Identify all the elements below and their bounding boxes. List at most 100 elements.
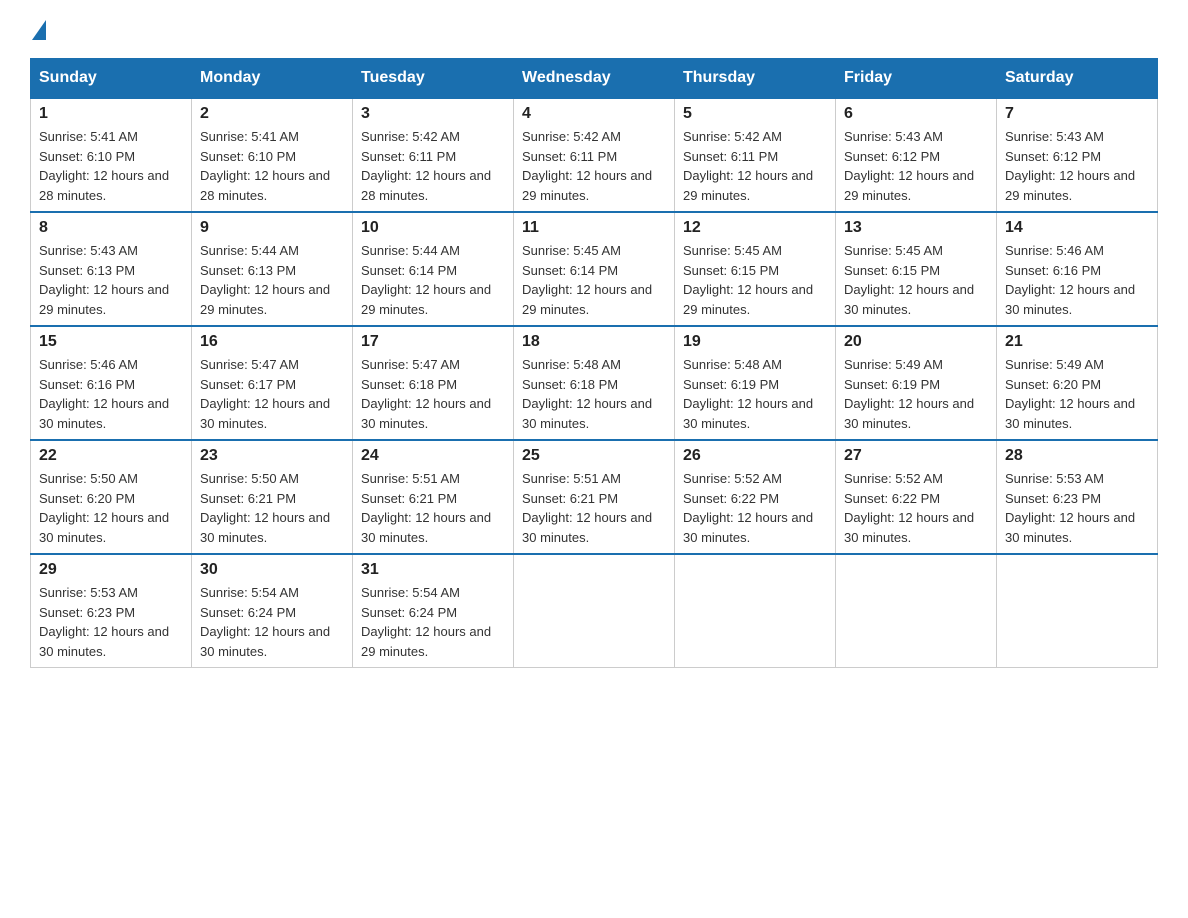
day-info: Sunrise: 5:45 AM Sunset: 6:15 PM Dayligh… [683,241,827,319]
daylight-label: Daylight: 12 hours and 30 minutes. [200,396,330,431]
calendar-day-cell: 24 Sunrise: 5:51 AM Sunset: 6:21 PM Dayl… [353,440,514,554]
calendar-day-cell: 15 Sunrise: 5:46 AM Sunset: 6:16 PM Dayl… [31,326,192,440]
day-number: 15 [39,333,183,351]
calendar-day-cell: 17 Sunrise: 5:47 AM Sunset: 6:18 PM Dayl… [353,326,514,440]
daylight-label: Daylight: 12 hours and 30 minutes. [361,510,491,545]
calendar-day-cell: 26 Sunrise: 5:52 AM Sunset: 6:22 PM Dayl… [675,440,836,554]
day-info: Sunrise: 5:50 AM Sunset: 6:20 PM Dayligh… [39,469,183,547]
sunset-label: Sunset: 6:23 PM [1005,491,1101,506]
sunrise-label: Sunrise: 5:48 AM [683,357,782,372]
logo-triangle-icon [32,20,46,40]
sunset-label: Sunset: 6:19 PM [683,377,779,392]
calendar-empty-cell [514,554,675,668]
day-info: Sunrise: 5:53 AM Sunset: 6:23 PM Dayligh… [39,583,183,661]
sunrise-label: Sunrise: 5:45 AM [522,243,621,258]
sunset-label: Sunset: 6:19 PM [844,377,940,392]
calendar-day-cell: 12 Sunrise: 5:45 AM Sunset: 6:15 PM Dayl… [675,212,836,326]
daylight-label: Daylight: 12 hours and 30 minutes. [39,510,169,545]
daylight-label: Daylight: 12 hours and 30 minutes. [683,510,813,545]
day-number: 14 [1005,219,1149,237]
day-number: 12 [683,219,827,237]
sunrise-label: Sunrise: 5:41 AM [200,129,299,144]
calendar-day-cell: 22 Sunrise: 5:50 AM Sunset: 6:20 PM Dayl… [31,440,192,554]
sunrise-label: Sunrise: 5:44 AM [361,243,460,258]
calendar-day-cell: 3 Sunrise: 5:42 AM Sunset: 6:11 PM Dayli… [353,98,514,212]
day-info: Sunrise: 5:52 AM Sunset: 6:22 PM Dayligh… [844,469,988,547]
daylight-label: Daylight: 12 hours and 30 minutes. [1005,510,1135,545]
sunset-label: Sunset: 6:16 PM [39,377,135,392]
calendar-header-thursday: Thursday [675,59,836,99]
sunrise-label: Sunrise: 5:50 AM [39,471,138,486]
calendar-week-row: 8 Sunrise: 5:43 AM Sunset: 6:13 PM Dayli… [31,212,1158,326]
day-number: 20 [844,333,988,351]
day-info: Sunrise: 5:48 AM Sunset: 6:19 PM Dayligh… [683,355,827,433]
calendar-day-cell: 28 Sunrise: 5:53 AM Sunset: 6:23 PM Dayl… [997,440,1158,554]
day-number: 27 [844,447,988,465]
sunset-label: Sunset: 6:10 PM [39,149,135,164]
day-number: 31 [361,561,505,579]
sunrise-label: Sunrise: 5:53 AM [39,585,138,600]
day-info: Sunrise: 5:51 AM Sunset: 6:21 PM Dayligh… [522,469,666,547]
sunrise-label: Sunrise: 5:52 AM [683,471,782,486]
daylight-label: Daylight: 12 hours and 28 minutes. [200,168,330,203]
day-info: Sunrise: 5:45 AM Sunset: 6:14 PM Dayligh… [522,241,666,319]
logo-top [30,20,48,40]
day-number: 19 [683,333,827,351]
daylight-label: Daylight: 12 hours and 30 minutes. [683,396,813,431]
calendar-day-cell: 4 Sunrise: 5:42 AM Sunset: 6:11 PM Dayli… [514,98,675,212]
day-number: 24 [361,447,505,465]
calendar-day-cell: 25 Sunrise: 5:51 AM Sunset: 6:21 PM Dayl… [514,440,675,554]
sunrise-label: Sunrise: 5:45 AM [683,243,782,258]
sunset-label: Sunset: 6:11 PM [683,149,778,164]
sunset-label: Sunset: 6:21 PM [361,491,457,506]
daylight-label: Daylight: 12 hours and 29 minutes. [361,282,491,317]
day-info: Sunrise: 5:41 AM Sunset: 6:10 PM Dayligh… [200,127,344,205]
daylight-label: Daylight: 12 hours and 30 minutes. [844,396,974,431]
day-info: Sunrise: 5:47 AM Sunset: 6:17 PM Dayligh… [200,355,344,433]
sunset-label: Sunset: 6:14 PM [522,263,618,278]
day-info: Sunrise: 5:42 AM Sunset: 6:11 PM Dayligh… [683,127,827,205]
daylight-label: Daylight: 12 hours and 30 minutes. [522,510,652,545]
day-info: Sunrise: 5:43 AM Sunset: 6:13 PM Dayligh… [39,241,183,319]
sunset-label: Sunset: 6:18 PM [522,377,618,392]
day-number: 16 [200,333,344,351]
sunset-label: Sunset: 6:23 PM [39,605,135,620]
day-info: Sunrise: 5:51 AM Sunset: 6:21 PM Dayligh… [361,469,505,547]
calendar-header-monday: Monday [192,59,353,99]
calendar-day-cell: 29 Sunrise: 5:53 AM Sunset: 6:23 PM Dayl… [31,554,192,668]
calendar-week-row: 22 Sunrise: 5:50 AM Sunset: 6:20 PM Dayl… [31,440,1158,554]
day-info: Sunrise: 5:54 AM Sunset: 6:24 PM Dayligh… [200,583,344,661]
sunrise-label: Sunrise: 5:41 AM [39,129,138,144]
daylight-label: Daylight: 12 hours and 30 minutes. [1005,282,1135,317]
daylight-label: Daylight: 12 hours and 30 minutes. [200,510,330,545]
calendar-day-cell: 30 Sunrise: 5:54 AM Sunset: 6:24 PM Dayl… [192,554,353,668]
sunrise-label: Sunrise: 5:43 AM [844,129,943,144]
daylight-label: Daylight: 12 hours and 28 minutes. [361,168,491,203]
day-number: 8 [39,219,183,237]
day-info: Sunrise: 5:46 AM Sunset: 6:16 PM Dayligh… [39,355,183,433]
sunset-label: Sunset: 6:16 PM [1005,263,1101,278]
sunset-label: Sunset: 6:22 PM [844,491,940,506]
daylight-label: Daylight: 12 hours and 30 minutes. [39,624,169,659]
daylight-label: Daylight: 12 hours and 30 minutes. [522,396,652,431]
sunrise-label: Sunrise: 5:43 AM [39,243,138,258]
calendar-empty-cell [997,554,1158,668]
sunset-label: Sunset: 6:10 PM [200,149,296,164]
sunset-label: Sunset: 6:14 PM [361,263,457,278]
daylight-label: Daylight: 12 hours and 30 minutes. [361,396,491,431]
sunrise-label: Sunrise: 5:45 AM [844,243,943,258]
day-info: Sunrise: 5:44 AM Sunset: 6:13 PM Dayligh… [200,241,344,319]
calendar-header-wednesday: Wednesday [514,59,675,99]
day-number: 28 [1005,447,1149,465]
calendar-table: SundayMondayTuesdayWednesdayThursdayFrid… [30,58,1158,668]
calendar-day-cell: 20 Sunrise: 5:49 AM Sunset: 6:19 PM Dayl… [836,326,997,440]
day-number: 2 [200,105,344,123]
day-number: 7 [1005,105,1149,123]
day-info: Sunrise: 5:49 AM Sunset: 6:20 PM Dayligh… [1005,355,1149,433]
sunset-label: Sunset: 6:15 PM [844,263,940,278]
calendar-week-row: 29 Sunrise: 5:53 AM Sunset: 6:23 PM Dayl… [31,554,1158,668]
sunrise-label: Sunrise: 5:51 AM [522,471,621,486]
day-info: Sunrise: 5:42 AM Sunset: 6:11 PM Dayligh… [361,127,505,205]
sunrise-label: Sunrise: 5:47 AM [200,357,299,372]
sunrise-label: Sunrise: 5:49 AM [844,357,943,372]
